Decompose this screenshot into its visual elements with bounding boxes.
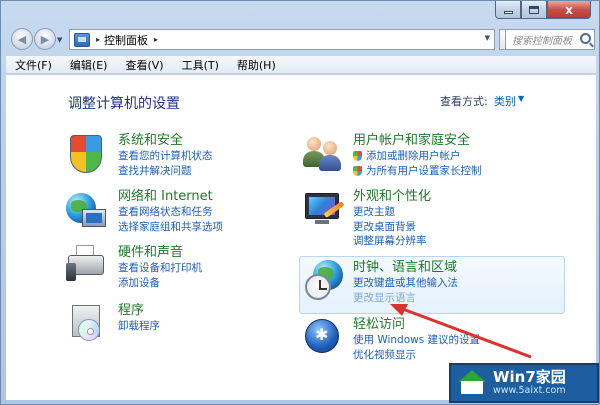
back-button[interactable]: ◀: [11, 28, 33, 50]
category-title-clock-region[interactable]: 时钟、语言和区域: [353, 260, 458, 276]
link-add-remove-accounts[interactable]: 添加或删除用户帐户: [353, 149, 482, 164]
watermark-url: www.5aixt.com: [493, 385, 566, 396]
close-icon: x: [565, 2, 573, 17]
users-icon[interactable]: [303, 133, 343, 173]
address-dropdown-icon[interactable]: ▼: [485, 34, 490, 42]
appearance-icon[interactable]: [303, 189, 345, 229]
menu-bar: 文件(F) 编辑(E) 查看(V) 工具(T) 帮助(H): [6, 56, 596, 74]
window-frame: x ◀ ▶ ▼ ▸ 控制面板 ▸ ▼ ⟳ 搜索控制面板 文件(F) 编辑(E) …: [0, 0, 600, 405]
menu-help[interactable]: 帮助(H): [228, 57, 285, 73]
address-bar[interactable]: ▸ 控制面板 ▸ ▼: [69, 29, 495, 50]
minimize-button[interactable]: [495, 1, 521, 19]
maximize-icon: [529, 5, 539, 14]
link-change-background[interactable]: 更改桌面背景: [353, 220, 431, 235]
control-panel-content: 调整计算机的设置 查看方式: 类别 ▼ 系统和安全 查看您的计算机状态 查找并解…: [6, 75, 596, 400]
link-screen-resolution[interactable]: 调整屏幕分辨率: [353, 234, 431, 249]
link-uninstall-program[interactable]: 卸载程序: [118, 319, 160, 334]
view-by-dropdown[interactable]: 类别: [494, 93, 516, 109]
menu-file[interactable]: 文件(F): [6, 57, 61, 73]
link-change-theme[interactable]: 更改主题: [353, 205, 431, 220]
breadcrumb-separator-icon[interactable]: ▸: [154, 35, 158, 44]
forward-arrow-icon: ▶: [40, 32, 50, 46]
forward-button[interactable]: ▶: [34, 28, 56, 50]
link-parental-controls[interactable]: 为所有用户设置家长控制: [353, 164, 482, 179]
menu-tools[interactable]: 工具(T): [173, 57, 228, 73]
search-placeholder: 搜索控制面板: [512, 36, 572, 47]
breadcrumb-control-panel[interactable]: 控制面板: [104, 32, 148, 48]
page-title: 调整计算机的设置: [68, 96, 180, 112]
category-title-network[interactable]: 网络和 Internet: [118, 189, 223, 205]
printer-icon[interactable]: [66, 245, 106, 285]
maximize-button[interactable]: [521, 1, 547, 19]
category-title-appearance[interactable]: 外观和个性化: [353, 189, 431, 205]
navigation-bar: ◀ ▶ ▼ ▸ 控制面板 ▸ ▼ ⟳ 搜索控制面板: [9, 28, 595, 52]
menu-view[interactable]: 查看(V): [116, 57, 172, 73]
link-change-input-method[interactable]: 更改键盘或其他输入法: [353, 276, 458, 291]
window-caption-buttons: x: [495, 1, 591, 19]
network-globe-icon[interactable]: [66, 189, 106, 229]
search-input[interactable]: 搜索控制面板: [505, 29, 595, 50]
shield-icon[interactable]: [66, 135, 106, 175]
minimize-icon: [503, 11, 513, 14]
house-logo-icon: [457, 370, 487, 396]
menu-edit[interactable]: 编辑(E): [61, 57, 117, 73]
category-title-programs[interactable]: 程序: [118, 303, 160, 319]
close-button[interactable]: x: [547, 1, 591, 19]
control-panel-icon: [74, 32, 90, 47]
chevron-down-icon[interactable]: ▼: [518, 94, 524, 103]
search-icon[interactable]: [580, 33, 591, 44]
link-homegroup-sharing[interactable]: 选择家庭组和共享选项: [118, 220, 223, 235]
view-by-label: 查看方式:: [440, 95, 488, 108]
annotation-arrow: [390, 304, 532, 359]
recent-pages-dropdown[interactable]: ▼: [57, 36, 62, 44]
link-add-device[interactable]: 添加设备: [118, 276, 202, 291]
category-title-hardware[interactable]: 硬件和声音: [118, 245, 202, 261]
clock-globe-icon[interactable]: [303, 260, 343, 300]
link-devices-printers[interactable]: 查看设备和打印机: [118, 261, 202, 276]
link-network-status[interactable]: 查看网络状态和任务: [118, 205, 223, 220]
link-view-computer-status[interactable]: 查看您的计算机状态: [118, 149, 213, 164]
category-title-system-security[interactable]: 系统和安全: [118, 133, 213, 149]
ease-of-access-icon[interactable]: [303, 317, 343, 357]
back-arrow-icon: ◀: [17, 32, 27, 46]
category-title-user-accounts[interactable]: 用户帐户和家庭安全: [353, 133, 482, 149]
programs-icon[interactable]: [66, 303, 106, 343]
link-troubleshoot[interactable]: 查找并解决问题: [118, 164, 213, 179]
breadcrumb-separator-icon[interactable]: ▸: [96, 35, 100, 44]
watermark-title: Win7家园: [493, 368, 566, 386]
site-watermark: Win7家园 www.5aixt.com: [449, 363, 599, 403]
